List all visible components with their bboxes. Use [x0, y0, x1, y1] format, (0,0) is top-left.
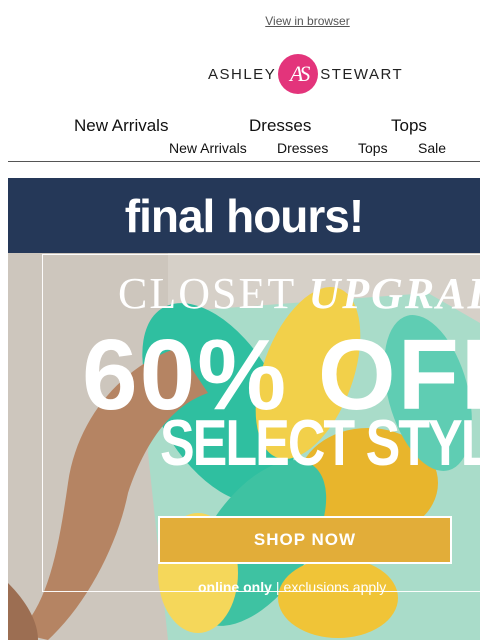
- closet-upgrade-heading: CLOSET UPGRADE: [118, 268, 480, 319]
- nav-tops[interactable]: Tops: [391, 116, 427, 136]
- subnav-dresses[interactable]: Dresses: [277, 140, 328, 156]
- upgrade-word: UPGRADE: [308, 269, 480, 318]
- online-only-text: online only: [198, 579, 272, 595]
- logo-mark-letters: AS: [289, 61, 311, 86]
- primary-nav: New Arrivals Dresses Tops: [0, 116, 480, 136]
- select-styles-text: SELECT STYLES: [160, 407, 480, 480]
- secondary-nav: New Arrivals Dresses Tops Sale: [0, 140, 480, 158]
- subnav-new-arrivals[interactable]: New Arrivals: [169, 140, 247, 156]
- subnav-tops[interactable]: Tops: [358, 140, 388, 156]
- shop-now-label: SHOP NOW: [253, 530, 357, 549]
- subnav-sale[interactable]: Sale: [418, 140, 446, 156]
- logo-text-right: STEWART: [320, 65, 404, 83]
- nav-new-arrivals[interactable]: New Arrivals: [74, 116, 168, 136]
- hero-promo-banner[interactable]: final hours! CLOSET UPGRADE 60% OFF SELE…: [8, 178, 480, 640]
- shop-now-button[interactable]: SHOP NOW: [158, 516, 452, 564]
- footnote-separator: |: [275, 579, 280, 595]
- final-hours-banner: final hours!: [8, 178, 480, 253]
- nav-dresses[interactable]: Dresses: [249, 116, 311, 136]
- exclusions-text: exclusions apply: [283, 579, 387, 595]
- promo-footnote: online only | exclusions apply: [198, 579, 386, 595]
- logo-text-left: ASHLEY: [208, 65, 277, 83]
- logo-mark-icon: AS: [278, 54, 319, 94]
- nav-divider: [8, 161, 480, 162]
- view-in-browser-link[interactable]: View in browser: [0, 14, 480, 28]
- final-hours-text: final hours!: [124, 189, 364, 242]
- brand-logo[interactable]: ASHLEY AS STEWART: [208, 52, 418, 96]
- closet-word: CLOSET: [118, 269, 296, 318]
